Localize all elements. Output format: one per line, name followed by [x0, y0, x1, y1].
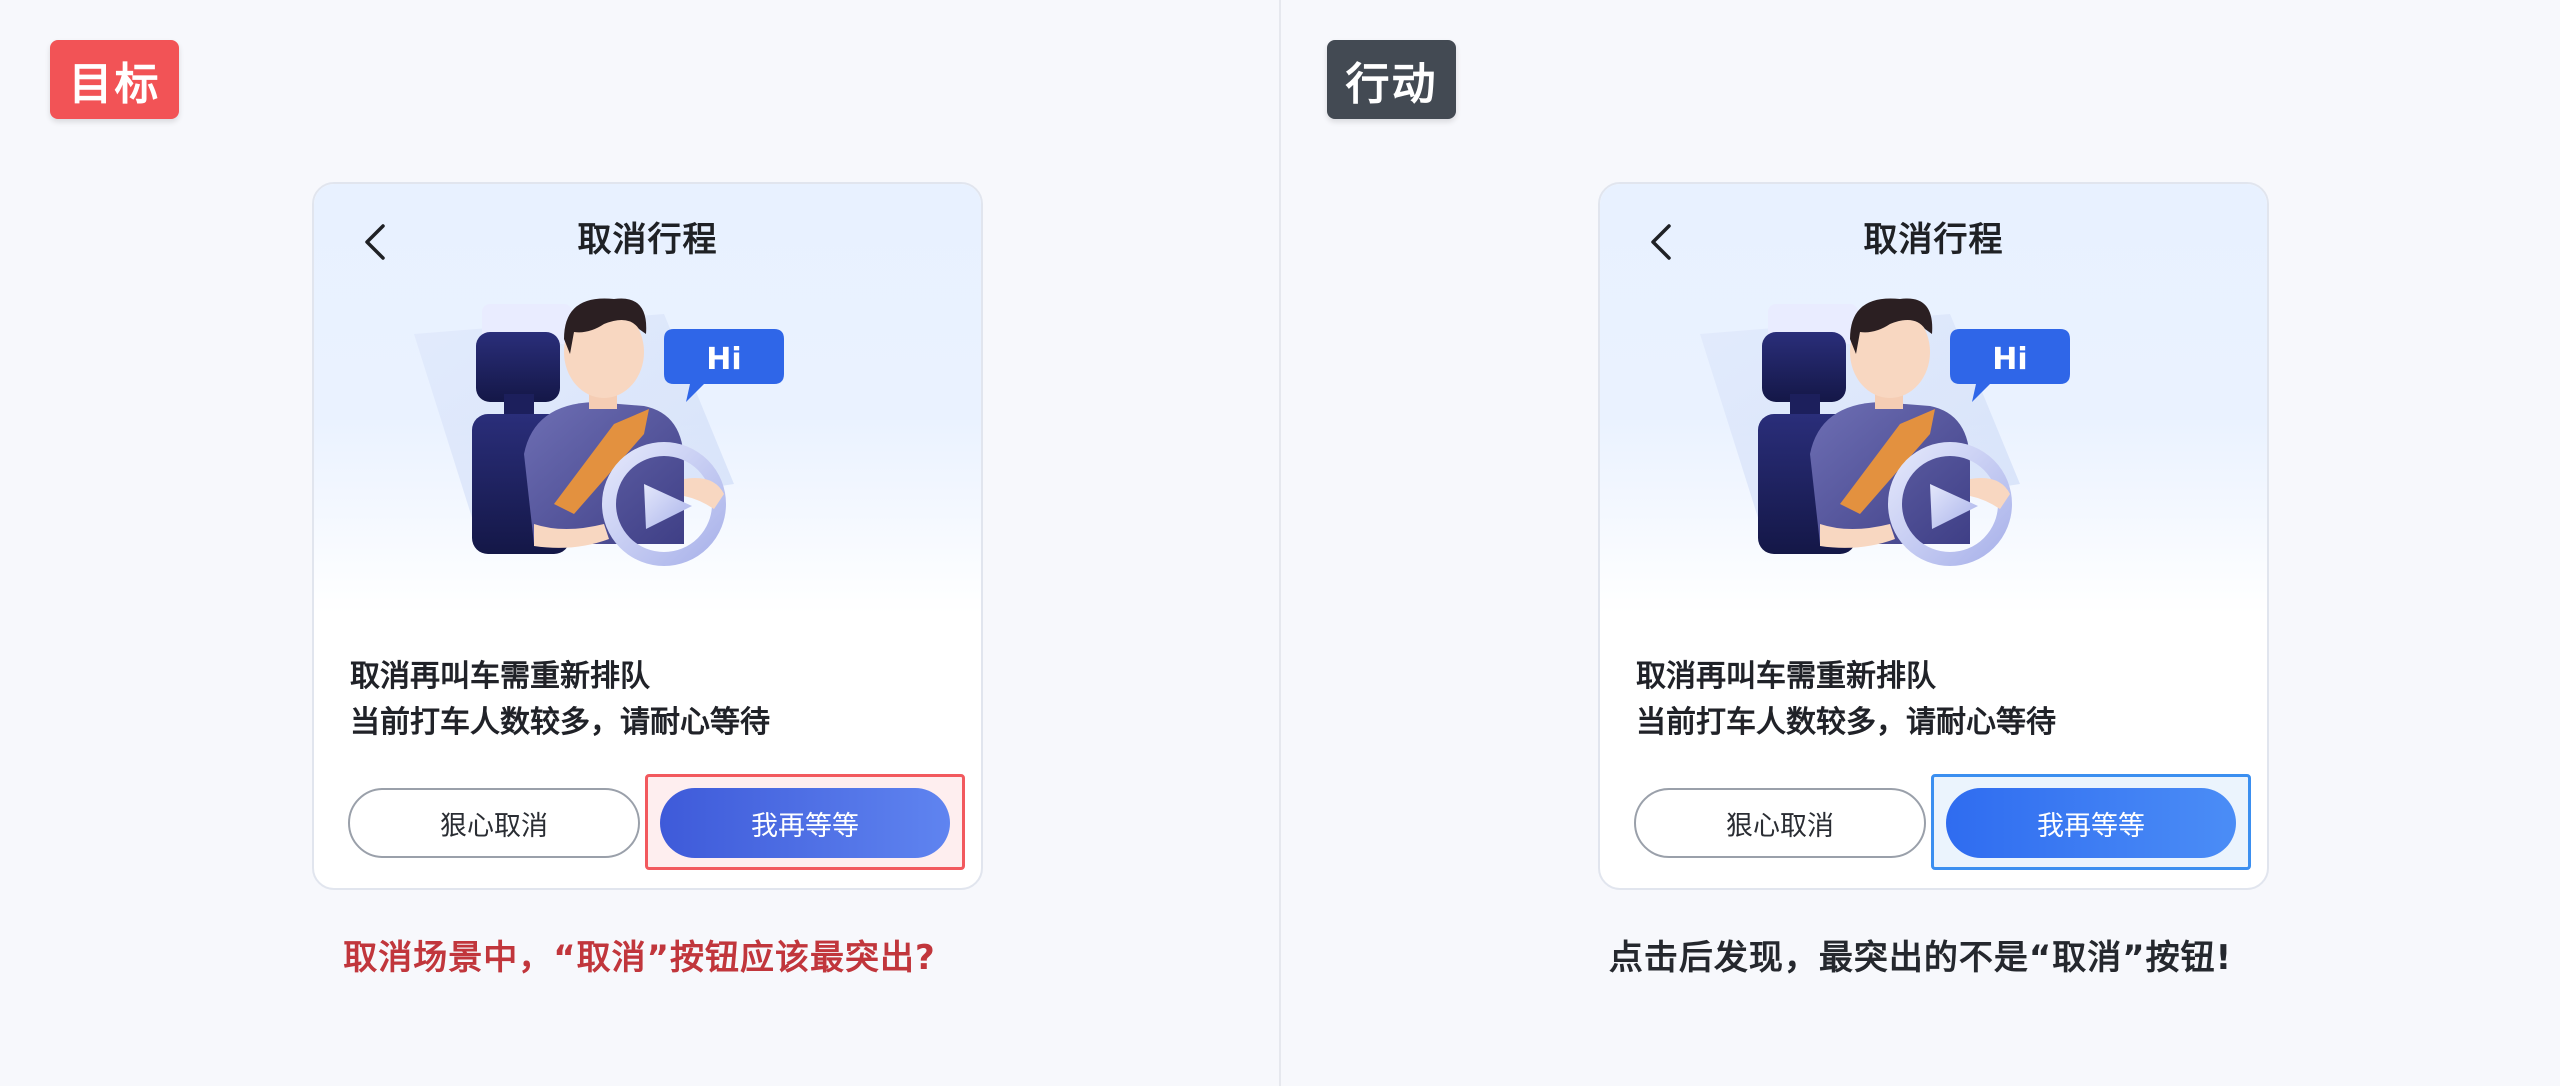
goal-panel: 目标 取消行程 Hi 取消再叫车需重新排队 当前打车人数较多，请耐心等待 狠心取… — [0, 0, 1279, 1086]
action-panel: 行动 取消行程 Hi 取消再叫车需重新排队 当前打车人数较多，请耐心等待 狠心取… — [1281, 0, 2560, 1086]
confirm-cancel-button[interactable]: 狠心取消 — [1634, 788, 1926, 858]
cancel-message: 取消再叫车需重新排队 当前打车人数较多，请耐心等待 — [350, 654, 770, 746]
action-tag: 行动 — [1327, 40, 1456, 119]
speech-bubble-text: Hi — [706, 342, 741, 377]
message-line-2: 当前打车人数较多，请耐心等待 — [1636, 705, 2056, 740]
speech-bubble-text: Hi — [1992, 342, 2027, 377]
message-line-2: 当前打车人数较多，请耐心等待 — [350, 705, 770, 740]
goal-tag: 目标 — [50, 40, 179, 119]
message-line-1: 取消再叫车需重新排队 — [1636, 659, 1936, 694]
card-title: 取消行程 — [577, 220, 718, 260]
driver-illustration: Hi — [1700, 298, 2070, 566]
goal-caption: 取消场景中，“取消”按钮应该最突出? — [343, 938, 936, 978]
keep-waiting-button[interactable]: 我再等等 — [1946, 788, 2236, 858]
action-caption: 点击后发现，最突出的不是“取消”按钮! — [1608, 938, 2233, 978]
cancel-trip-card: 取消行程 Hi 取消再叫车需重新排队 当前打车人数较多，请耐心等待 狠心取消 我… — [312, 182, 983, 890]
message-line-1: 取消再叫车需重新排队 — [350, 659, 650, 694]
driver-illustration: Hi — [414, 298, 784, 566]
card-title: 取消行程 — [1863, 220, 2004, 260]
confirm-cancel-button[interactable]: 狠心取消 — [348, 788, 640, 858]
keep-waiting-button[interactable]: 我再等等 — [660, 788, 950, 858]
cancel-trip-card: 取消行程 Hi 取消再叫车需重新排队 当前打车人数较多，请耐心等待 狠心取消 我… — [1598, 182, 2269, 890]
cancel-message: 取消再叫车需重新排队 当前打车人数较多，请耐心等待 — [1636, 654, 2056, 746]
